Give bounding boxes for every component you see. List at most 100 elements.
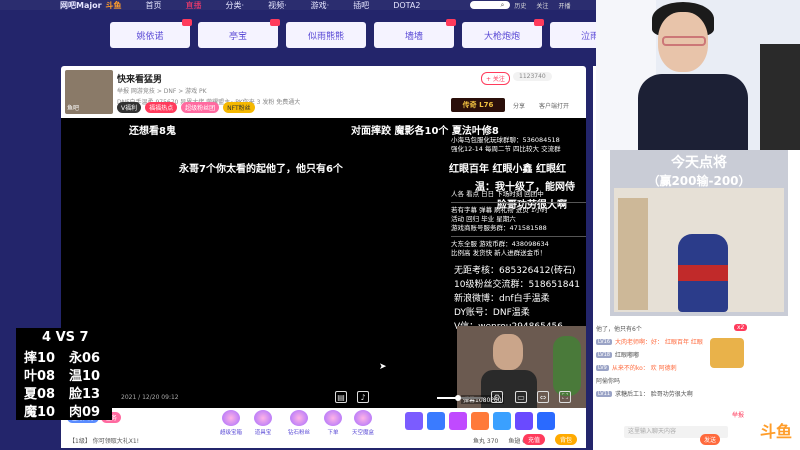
- volume-icon[interactable]: ♪: [357, 391, 369, 403]
- report-link[interactable]: 举报: [732, 410, 744, 419]
- volume-slider[interactable]: [437, 395, 483, 401]
- gift-button[interactable]: 天空魔盒: [351, 410, 375, 436]
- chat-text: 大肉老师啊：好： 红眼百年 红眼: [615, 339, 703, 346]
- currency-row: 鱼丸 370 鱼翅 0: [473, 436, 526, 445]
- streamer-tab[interactable]: 似雨熊熊: [286, 22, 366, 48]
- notice-line: 游戏商账号服务群：471581588: [451, 224, 547, 232]
- nav-home[interactable]: 首页: [146, 0, 162, 11]
- gift-item-icon[interactable]: [405, 412, 423, 430]
- nft-chip[interactable]: NFT粉丝: [223, 102, 255, 113]
- fullscreen-icon[interactable]: ⛶: [559, 391, 571, 403]
- streamer-tab[interactable]: 墙墙: [374, 19, 456, 48]
- notice-line: 人各 看点 日日 下场时刻 回团中: [451, 190, 544, 198]
- top-navbar: 网吧Major 斗鱼 首页 直播 分类· 视频· 游戏· 插吧 DOTA2 ⌕ …: [0, 0, 600, 10]
- treasure-chest-icon[interactable]: [710, 338, 744, 368]
- chat-text: 他了，他只有6个: [596, 326, 642, 333]
- plant: [553, 336, 581, 396]
- send-button[interactable]: 发送: [700, 434, 721, 445]
- gift-button[interactable]: 下单: [321, 410, 345, 436]
- gift-button[interactable]: 超级宝箱: [219, 410, 243, 436]
- gift-button[interactable]: 钻石粉丝: [287, 410, 311, 436]
- score-right: 肉09: [69, 405, 101, 420]
- fan-club-chip[interactable]: 超级粉丝团: [181, 102, 220, 113]
- streamer-tab[interactable]: 姚依诺: [110, 19, 192, 48]
- score-left: 魔10: [24, 405, 56, 420]
- score-left: 摔10: [24, 351, 56, 366]
- task-notice: 【1级】 你可领取大礼X1!: [69, 438, 140, 445]
- gift-item-icon[interactable]: [493, 412, 511, 430]
- search-icon[interactable]: ⌕: [500, 1, 504, 10]
- chat-message: 阿偷你吗: [596, 374, 762, 387]
- douyu-logo: 斗鱼: [760, 422, 793, 441]
- gift-item-icon[interactable]: [471, 412, 489, 430]
- chest-count-badge: x2: [734, 324, 748, 331]
- follow-button[interactable]: + 关注: [481, 72, 510, 85]
- gift-label: 道具宝: [254, 430, 272, 436]
- player-controls: 2021 / 12/20 09:12 ▤ ♪ ⚙ ▭ ⇔ ⛶: [61, 388, 586, 408]
- nav-category[interactable]: 分类·: [226, 0, 245, 11]
- nav-live[interactable]: 直播: [186, 0, 202, 11]
- score-row: 叶08 温10: [24, 365, 114, 384]
- chat-text: 从来不的ko： 欢 阿德刺: [611, 365, 677, 372]
- gift-item-icon[interactable]: [515, 412, 533, 430]
- search-input[interactable]: [470, 1, 511, 9]
- diamond-icon: [290, 410, 308, 426]
- tab-label: 似雨熊熊: [307, 31, 344, 42]
- wide-mode-icon[interactable]: ⇔: [537, 391, 549, 403]
- brand-mark[interactable]: 斗鱼: [106, 0, 122, 11]
- nav-forum[interactable]: 插吧: [353, 0, 369, 11]
- notice-line: 比例高 发货快 新人进群送金币！: [451, 249, 547, 257]
- vip-chip[interactable]: V福利: [117, 102, 142, 113]
- sponsor-banner[interactable]: 传奇 L76: [451, 98, 505, 112]
- volume-handle[interactable]: [454, 395, 461, 401]
- notice-divider: [451, 236, 586, 237]
- promo-overlay: 今天点将 （赢200输-200）: [610, 150, 788, 316]
- score-left: 叶08: [24, 369, 56, 384]
- hot-badge: [446, 19, 456, 26]
- room-chip-row: V福利 福福热点 超级粉丝团 NFT粉丝: [117, 102, 255, 113]
- streamer-webcam: [596, 0, 800, 150]
- notice-line: 强化12-14 每周二节 四比较大 交流群: [451, 145, 561, 153]
- video-player[interactable]: 还想看8鬼 对面摔跤 魔影各10个 夏法叶修8 永哥7个你太看的起他了，他只有6…: [61, 118, 586, 408]
- score-row: 魔10 肉09: [24, 401, 114, 420]
- score-row: 夏08 脸13: [24, 383, 114, 402]
- follower-count: 1123740: [513, 72, 552, 81]
- web-fullscreen-icon[interactable]: ▭: [515, 391, 527, 403]
- streamer-tab[interactable]: 亭宝: [198, 19, 280, 48]
- score-head: 4 VS 7: [42, 330, 89, 345]
- streamer-avatar[interactable]: 鱼吧: [65, 70, 113, 114]
- history-link[interactable]: 历史: [514, 1, 526, 10]
- recharge-button[interactable]: 充值: [523, 434, 546, 445]
- start-stream-link[interactable]: 开播: [558, 1, 570, 10]
- nav-video[interactable]: 视频·: [268, 0, 287, 11]
- gift-button[interactable]: 道具宝: [251, 410, 275, 436]
- gaming-chair: [760, 44, 800, 150]
- nav-game[interactable]: 游戏·: [311, 0, 330, 11]
- contact-info: 无距考核：685326412(砖石) 10级粉丝交流群：518651841 新浪…: [454, 264, 584, 334]
- chat-message: LV11 求糖后工1： 脸哥功劳很大啊: [596, 387, 762, 400]
- gift-label: 钻石粉丝: [287, 430, 310, 436]
- streamer-tab[interactable]: 大枪炮炮: [462, 19, 544, 48]
- settings-icon[interactable]: ⚙: [491, 391, 503, 403]
- danmaku-toggle-icon[interactable]: ▤: [335, 391, 347, 403]
- notice-line: 活动 回归 毕业 星期六: [451, 215, 516, 223]
- nav-dota2[interactable]: DOTA2: [393, 1, 420, 10]
- share-button[interactable]: 分享: [513, 101, 525, 110]
- promo-room-image: [614, 188, 784, 312]
- facecam-face: [493, 334, 523, 370]
- room-category: 举报 网游竞技 > DNF > 游戏 PK: [117, 88, 207, 95]
- open-client-button[interactable]: 客户端打开: [539, 101, 569, 110]
- streamer-body: [638, 74, 748, 150]
- mouse-cursor-icon: ➤: [379, 362, 387, 372]
- scoreboard-overlay: 4 VS 7 摔10 永06 叶08 温10 夏08 脸13 魔10 肉09: [16, 328, 112, 420]
- backpack-button[interactable]: 背包: [555, 434, 578, 445]
- gift-label: 超级宝箱: [219, 430, 242, 436]
- gift-item-icon[interactable]: [449, 412, 467, 430]
- gift-item-icon[interactable]: [537, 412, 555, 430]
- gift-item-icon[interactable]: [427, 412, 445, 430]
- follow-link[interactable]: 关注: [536, 1, 548, 10]
- gift-label: 下单: [327, 430, 339, 436]
- site-logo[interactable]: 网吧Major: [60, 0, 102, 11]
- score-right: 永06: [69, 351, 101, 366]
- hot-chip[interactable]: 福福热点: [145, 102, 178, 113]
